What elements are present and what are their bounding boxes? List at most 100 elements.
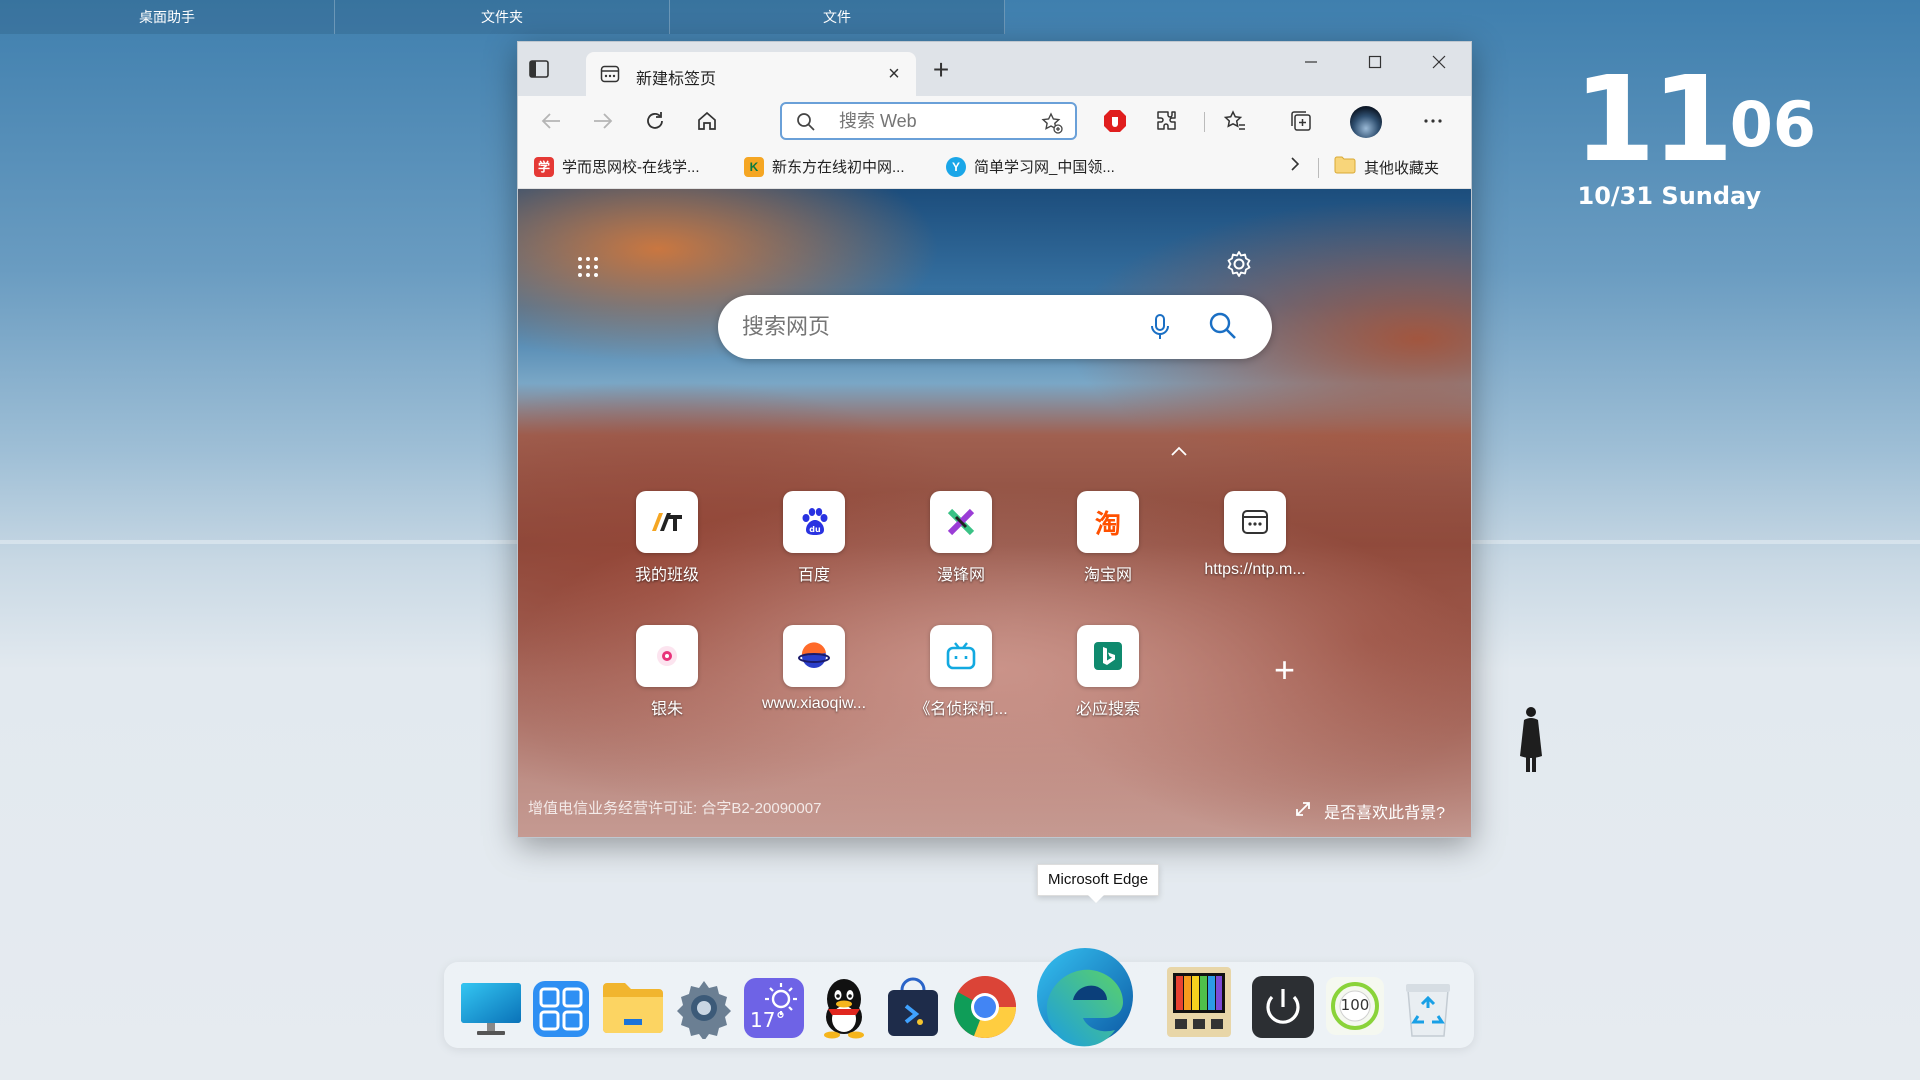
my-class-logo-icon	[636, 491, 698, 553]
like-background-link[interactable]: 是否喜欢此背景?	[1294, 799, 1445, 823]
bookmark-label: 学而思网校-在线学...	[562, 159, 700, 176]
xiaoqiw-planet-icon	[783, 625, 845, 687]
yinzhu-flower-icon	[636, 625, 698, 687]
other-favorites-label: 其他收藏夹	[1364, 159, 1440, 177]
quicklink-ntp[interactable]: https://ntp.m...	[1196, 491, 1314, 579]
clock-widget: 1106 10/31 Sunday	[1574, 60, 1817, 210]
desktop-tab-assistant[interactable]: 桌面助手	[0, 0, 335, 34]
dock-weather-icon[interactable]: 17°	[742, 976, 806, 1040]
tile-label: 漫锋网	[936, 567, 985, 584]
tile-label: 淘宝网	[1083, 567, 1132, 584]
address-bar[interactable]	[780, 102, 1077, 140]
tab-actions-icon[interactable]	[528, 58, 550, 80]
edge-tooltip: Microsoft Edge	[1037, 864, 1160, 903]
dock-edge-icon[interactable]	[1032, 942, 1138, 1050]
quicklink-taobao[interactable]: 淘 淘宝网	[1049, 491, 1167, 585]
taskbar-dock: 17° 100	[444, 948, 1474, 1048]
bookmark-xueersi[interactable]: 学 学而思网校-在线学...	[534, 156, 700, 177]
collapse-up-chevron-icon[interactable]	[1170, 441, 1188, 462]
refresh-icon[interactable]	[642, 108, 668, 134]
security-score: 100	[1340, 996, 1370, 1014]
favorites-star-icon[interactable]	[1222, 108, 1248, 134]
search-icon[interactable]	[1208, 311, 1238, 346]
maximize-icon[interactable]	[1343, 42, 1407, 82]
expand-arrow-icon	[1294, 800, 1312, 823]
dock-chrome-icon[interactable]	[950, 972, 1020, 1042]
folder-icon	[1334, 156, 1356, 178]
adblock-extension-icon[interactable]	[1102, 108, 1128, 134]
new-tab-page: 我的班级 du 百度 漫锋网 淘 淘宝网 https://ntp.m... 银朱…	[518, 189, 1471, 837]
more-bookmarks-chevron-icon[interactable]	[1288, 156, 1302, 172]
forward-arrow-icon[interactable]	[590, 108, 616, 134]
bookmark-label: 新东方在线初中网...	[772, 159, 905, 176]
tile-label: www.xiaoqiw...	[761, 695, 867, 712]
navigation-toolbar	[518, 96, 1471, 146]
add-quicklink-plus-icon[interactable]: +	[1274, 652, 1295, 688]
dock-qq-penguin-icon[interactable]	[814, 974, 874, 1040]
quicklink-baidu[interactable]: du 百度	[755, 491, 873, 585]
extensions-puzzle-icon[interactable]	[1154, 108, 1180, 134]
dock-file-explorer-folder-icon[interactable]	[600, 976, 666, 1038]
dock-control-panel-icon[interactable]	[1164, 964, 1234, 1040]
bing-logo-icon	[1077, 625, 1139, 687]
dock-settings-gear-icon[interactable]	[672, 976, 736, 1040]
bookmark-label: 简单学习网_中国领...	[974, 159, 1115, 176]
dock-recycle-bin-icon[interactable]	[1398, 976, 1458, 1040]
quicklink-my-class[interactable]: 我的班级	[608, 491, 726, 585]
microphone-icon[interactable]	[1150, 313, 1170, 346]
new-tab-page-icon	[600, 64, 620, 84]
collections-icon[interactable]	[1288, 108, 1314, 134]
bookmark-separator	[1318, 158, 1319, 178]
toolbar-separator	[1204, 112, 1205, 132]
manfeng-x-icon	[930, 491, 992, 553]
bookmark-jiandan[interactable]: Y 简单学习网_中国领...	[946, 156, 1115, 177]
tab-new-tab[interactable]: 新建标签页 ×	[586, 52, 916, 96]
dock-widgets-grid-icon[interactable]	[530, 978, 592, 1040]
dock-security-score-icon[interactable]: 100	[1324, 974, 1386, 1038]
quicklink-conan[interactable]: 《名侦探柯...	[902, 625, 1020, 719]
tile-label: https://ntp.m...	[1204, 561, 1306, 578]
dock-this-pc-monitor-icon[interactable]	[458, 978, 524, 1038]
dock-power-icon[interactable]	[1250, 974, 1316, 1040]
web-page-icon	[1224, 491, 1286, 553]
home-icon[interactable]	[694, 108, 720, 134]
back-arrow-icon[interactable]	[538, 108, 564, 134]
like-background-label: 是否喜欢此背景?	[1324, 805, 1445, 822]
tile-label: 必应搜索	[1075, 701, 1140, 718]
bilibili-tv-icon	[930, 625, 992, 687]
close-window-icon[interactable]	[1407, 42, 1471, 82]
app-launcher-grid-icon[interactable]	[576, 255, 600, 284]
license-text[interactable]: 增值电信业务经营许可证: 合字B2-20090007	[528, 797, 821, 818]
person-silhouette	[1520, 707, 1542, 772]
desktop-tab-folders[interactable]: 文件夹	[335, 0, 670, 34]
page-settings-gear-icon[interactable]	[1224, 249, 1254, 284]
ntp-search-input[interactable]	[740, 313, 1124, 341]
jiandan-y-icon: Y	[946, 156, 966, 177]
more-options-icon[interactable]	[1420, 108, 1446, 134]
quicklink-manfeng[interactable]: 漫锋网	[902, 491, 1020, 585]
new-tab-plus-icon[interactable]: +	[928, 56, 954, 84]
search-icon	[796, 112, 816, 137]
clock-hours: 11	[1573, 50, 1734, 188]
quicklink-xiaoqiw[interactable]: www.xiaoqiw...	[755, 625, 873, 713]
tile-label: 百度	[797, 567, 830, 584]
window-controls	[1279, 42, 1471, 82]
baidu-paw-icon: du	[783, 491, 845, 553]
bookmark-xdf[interactable]: K 新东方在线初中网...	[744, 156, 905, 177]
quicklink-yinzhu[interactable]: 银朱	[608, 625, 726, 719]
clock-minutes: 06	[1729, 88, 1816, 161]
ntp-search-box[interactable]	[718, 295, 1272, 359]
quicklink-bing[interactable]: 必应搜索	[1049, 625, 1167, 719]
address-input[interactable]	[837, 110, 1021, 133]
profile-avatar[interactable]	[1350, 106, 1382, 138]
weather-temp: 17°	[750, 1008, 786, 1032]
dock-app-store-bag-icon[interactable]	[882, 974, 944, 1040]
tab-title: 新建标签页	[636, 71, 717, 88]
desktop-tab-files[interactable]: 文件	[670, 0, 1005, 34]
xueersi-icon: 学	[534, 156, 554, 177]
add-favorite-icon[interactable]	[1041, 112, 1063, 139]
minimize-icon[interactable]	[1279, 42, 1343, 82]
other-favorites-folder[interactable]: 其他收藏夹	[1334, 156, 1439, 178]
favorites-bar: 学 学而思网校-在线学... K 新东方在线初中网... Y 简单学习网_中国领…	[518, 146, 1471, 189]
tab-close-icon[interactable]: ×	[884, 64, 904, 84]
